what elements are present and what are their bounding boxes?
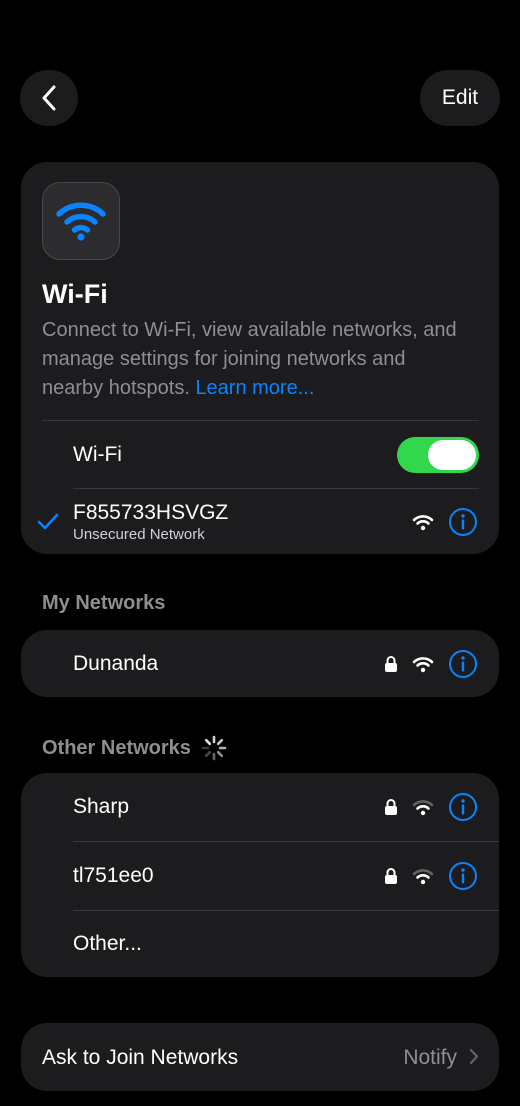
ask-to-join-value: Notify bbox=[403, 1046, 457, 1069]
wifi-toggle-label: Wi-Fi bbox=[73, 442, 122, 466]
loading-spinner-icon bbox=[201, 735, 227, 761]
page-title: Wi-Fi bbox=[42, 279, 108, 309]
my-networks-header: My Networks bbox=[42, 592, 165, 615]
wifi-signal-icon bbox=[412, 799, 434, 816]
other-network-row[interactable]: Other... bbox=[21, 911, 499, 977]
edit-button[interactable]: Edit bbox=[420, 70, 500, 126]
connected-network-row[interactable]: F855733HSVGZ Unsecured Network bbox=[21, 489, 499, 554]
chevron-right-icon bbox=[469, 1048, 479, 1065]
wifi-settings-card: Wi-Fi Connect to Wi-Fi, view available n… bbox=[21, 162, 499, 554]
hero-description: Connect to Wi-Fi, view available network… bbox=[42, 316, 472, 403]
other-network-label: Other... bbox=[73, 932, 142, 955]
wifi-toggle[interactable] bbox=[397, 436, 479, 473]
wifi-app-icon bbox=[42, 182, 120, 260]
other-networks-list: Sharp tl751ee0 Other... bbox=[21, 773, 499, 977]
ask-to-join-row[interactable]: Ask to Join Networks Notify bbox=[21, 1023, 499, 1091]
wifi-signal-icon bbox=[412, 514, 434, 531]
wifi-icon bbox=[55, 200, 107, 242]
network-row[interactable]: tl751ee0 bbox=[21, 842, 499, 910]
section-title: Other Networks bbox=[42, 736, 191, 759]
other-networks-header: Other Networks bbox=[42, 735, 227, 761]
wifi-toggle-row: Wi-Fi bbox=[21, 421, 499, 488]
info-icon[interactable] bbox=[448, 861, 478, 891]
learn-more-link[interactable]: Learn more... bbox=[195, 377, 314, 399]
network-name: tl751ee0 bbox=[73, 864, 154, 887]
toggle-knob bbox=[428, 439, 476, 470]
back-button[interactable] bbox=[20, 70, 78, 126]
info-icon[interactable] bbox=[448, 507, 478, 537]
my-networks-list: Dunanda bbox=[21, 630, 499, 697]
wifi-signal-icon bbox=[412, 656, 434, 673]
wifi-signal-icon bbox=[412, 868, 434, 885]
network-row[interactable]: Dunanda bbox=[21, 630, 499, 697]
chevron-left-icon bbox=[41, 85, 57, 111]
network-name: Sharp bbox=[73, 795, 130, 818]
lock-icon bbox=[384, 867, 398, 885]
ask-to-join-label: Ask to Join Networks bbox=[42, 1046, 239, 1069]
info-icon[interactable] bbox=[448, 649, 478, 679]
lock-icon bbox=[384, 798, 398, 816]
network-name: Dunanda bbox=[73, 651, 159, 675]
section-title: My Networks bbox=[42, 592, 166, 614]
lock-icon bbox=[384, 655, 398, 673]
network-row[interactable]: Sharp bbox=[21, 773, 499, 841]
info-icon[interactable] bbox=[448, 792, 478, 822]
network-status: Unsecured Network bbox=[73, 526, 205, 543]
checkmark-icon bbox=[37, 513, 59, 531]
network-name: F855733HSVGZ bbox=[73, 501, 229, 524]
